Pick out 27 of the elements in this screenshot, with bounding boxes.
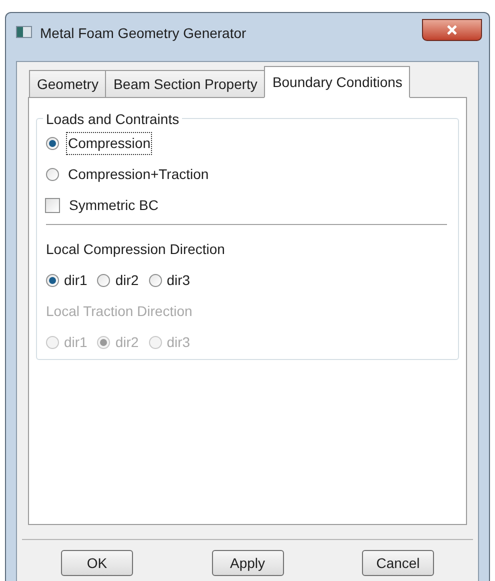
app-icon — [16, 26, 32, 38]
radio-button[interactable] — [46, 137, 59, 150]
option-label: Symmetric BC — [68, 196, 160, 215]
radio-button[interactable] — [46, 168, 59, 181]
dialog-button[interactable]: OK — [61, 550, 133, 576]
option-label: dir1 — [64, 271, 88, 290]
section-label: Local Compression Direction — [46, 240, 226, 259]
radio-button[interactable] — [97, 274, 110, 287]
section-label: Local Traction Direction — [46, 302, 194, 321]
option-label: Compression — [66, 132, 152, 155]
checkbox[interactable] — [45, 198, 60, 213]
radio-button[interactable] — [148, 274, 162, 287]
dialog-button[interactable]: Cancel — [362, 550, 434, 576]
close-button[interactable] — [422, 19, 482, 41]
option-label: dir3 — [166, 271, 190, 290]
option-label: dir2 — [115, 271, 139, 290]
tab[interactable]: Beam Section Property — [105, 70, 266, 98]
option-label: dir1 — [64, 333, 88, 352]
tab[interactable]: Geometry — [29, 70, 106, 98]
option-label: Compression+Traction — [67, 165, 210, 184]
window-title: Metal Foam Geometry Generator — [40, 24, 246, 43]
option-label: dir3 — [166, 333, 190, 352]
option-label: dir2 — [115, 333, 139, 352]
close-icon — [447, 25, 457, 35]
radio-button[interactable] — [46, 274, 59, 287]
tab[interactable]: Boundary Conditions — [264, 66, 410, 98]
dialog-button[interactable]: Apply — [212, 550, 284, 576]
